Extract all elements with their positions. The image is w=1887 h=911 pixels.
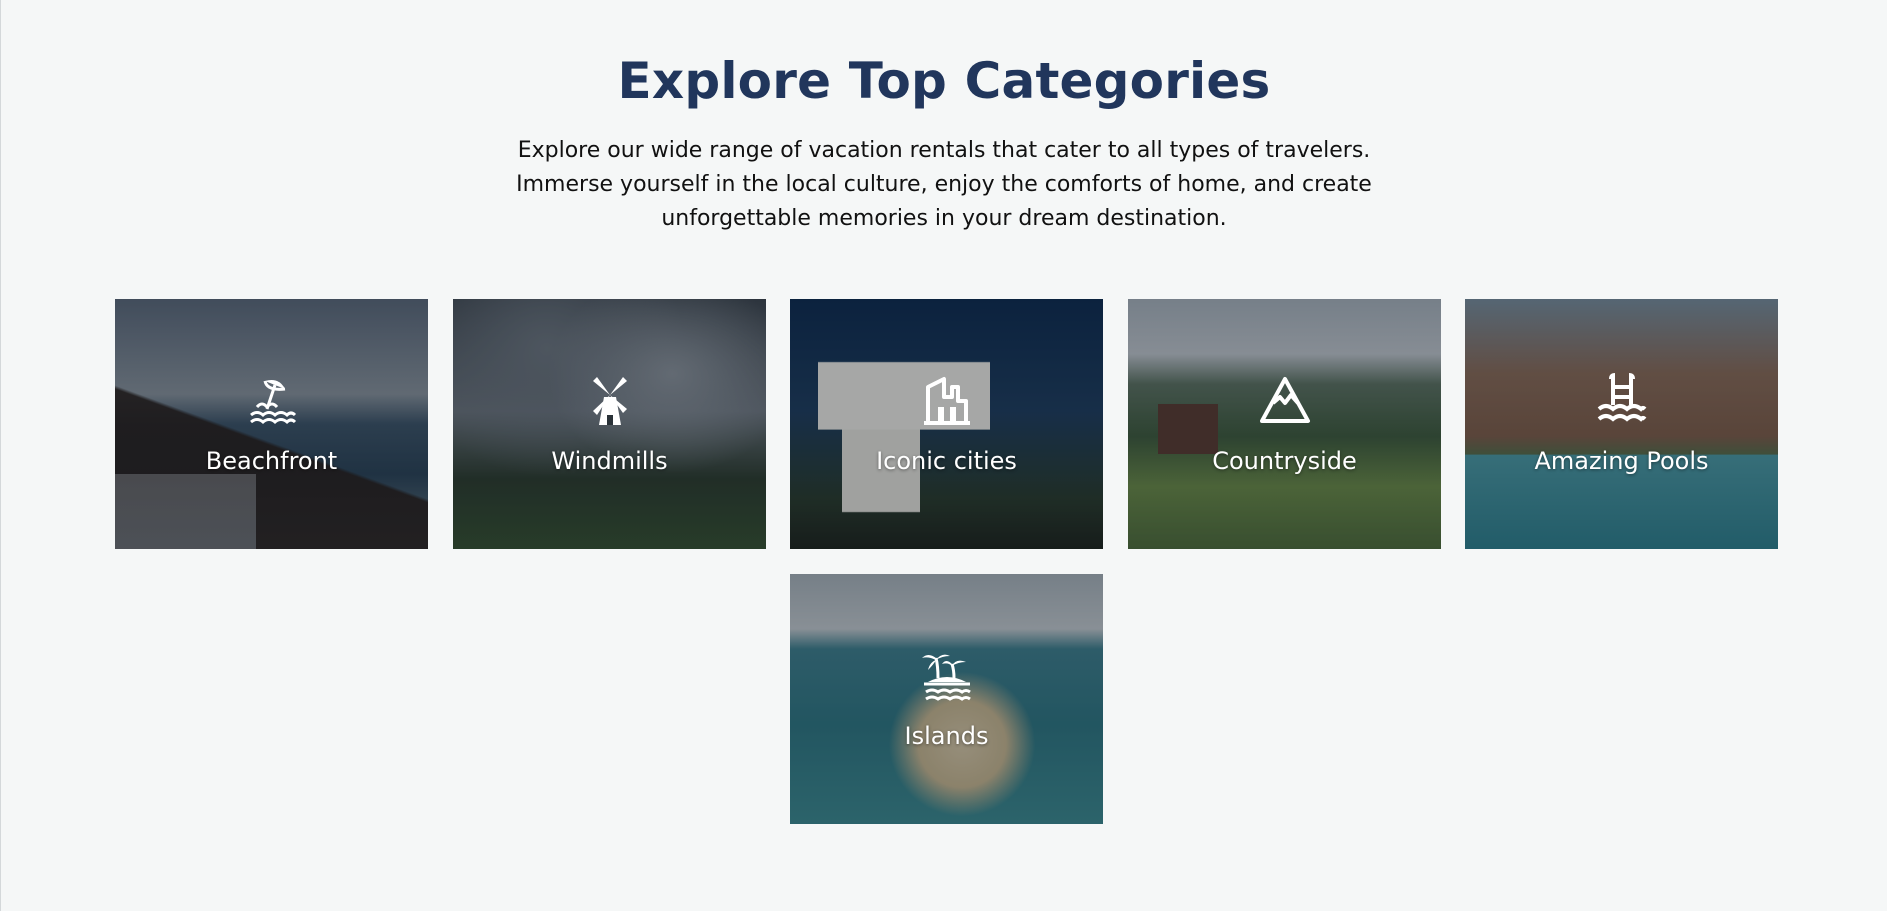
category-card-islands[interactable]: Islands xyxy=(790,574,1103,824)
description-line: unforgettable memories in your dream des… xyxy=(661,206,1227,231)
beach-umbrella-icon xyxy=(249,380,296,425)
windmill-icon xyxy=(592,377,627,425)
category-card-beachfront[interactable]: Beachfront xyxy=(115,299,428,549)
category-label: Islands xyxy=(904,722,989,750)
mountain-icon xyxy=(1259,377,1310,423)
category-card-countryside[interactable]: Countryside xyxy=(1128,299,1441,549)
categories-section: Explore Top Categories Explore our wide … xyxy=(1,0,1887,911)
category-label: Countryside xyxy=(1212,447,1357,475)
city-buildings-icon xyxy=(923,377,970,425)
palm-island-icon xyxy=(921,654,971,701)
description-line: Explore our wide range of vacation renta… xyxy=(517,138,1371,163)
category-label: Beachfront xyxy=(205,447,338,475)
pool-ladder-icon xyxy=(1597,373,1646,422)
category-label: Windmills xyxy=(551,447,668,475)
category-label: Iconic cities xyxy=(876,447,1017,475)
section-heading: Explore Top Categories xyxy=(617,52,1271,110)
category-label: Amazing Pools xyxy=(1534,447,1709,475)
category-card-windmills[interactable]: Windmills xyxy=(453,299,766,549)
section-description: Explore our wide range of vacation renta… xyxy=(1,134,1887,236)
description-line: Immerse yourself in the local culture, e… xyxy=(516,172,1372,197)
category-card-amazing-pools[interactable]: Amazing Pools xyxy=(1465,299,1778,549)
category-card-iconic-cities[interactable]: Iconic cities xyxy=(790,299,1103,549)
